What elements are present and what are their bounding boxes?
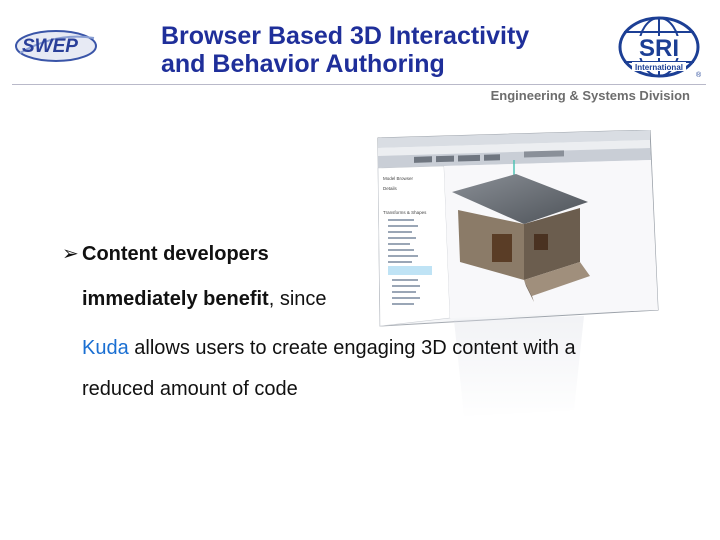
title-line-1: Browser Based 3D Interactivity [161, 22, 530, 50]
sri-logo-subtext: International [635, 63, 683, 72]
header-divider [12, 84, 706, 85]
slide-title: Browser Based 3D Interactivity and Behav… [161, 22, 611, 78]
screenshot-tree-header: Transforms & Shapes [383, 210, 427, 215]
benefit-phrase: immediately benefit [82, 288, 269, 310]
kuda-link[interactable]: Kuda [82, 337, 129, 359]
division-label: Engineering & Systems Division [490, 88, 690, 103]
line3-rest: allows users to create engaging 3D conte… [128, 337, 576, 359]
screenshot-panel-section: Details [383, 186, 398, 191]
bullet-heading: ➢ Content developers [62, 241, 269, 266]
body-line-2: immediately benefit, since [82, 288, 327, 311]
body-line-3: Kuda allows users to create engaging 3D … [82, 337, 576, 360]
sri-logo-text: SRI [639, 35, 679, 62]
swep-logo-text: SWEP [22, 36, 78, 57]
svg-text:®: ® [696, 71, 702, 79]
line2-rest: , since [268, 288, 327, 310]
title-line-2: and Behavior Authoring [161, 50, 445, 78]
screenshot-panel-title: Model Browser [383, 176, 414, 181]
bullet-arrow-icon: ➢ [62, 243, 79, 265]
bullet-bold-text: Content developers [82, 243, 269, 265]
slide: SWEP Browser Based 3D Interactivity and … [0, 0, 720, 540]
kuda-editor-screenshot: Model Browser Details Transforms & Shape… [374, 130, 674, 420]
sri-international-logo: SRI International ® [618, 16, 702, 79]
body-line-4: reduced amount of code [82, 378, 298, 400]
swep-logo: SWEP [15, 30, 97, 62]
